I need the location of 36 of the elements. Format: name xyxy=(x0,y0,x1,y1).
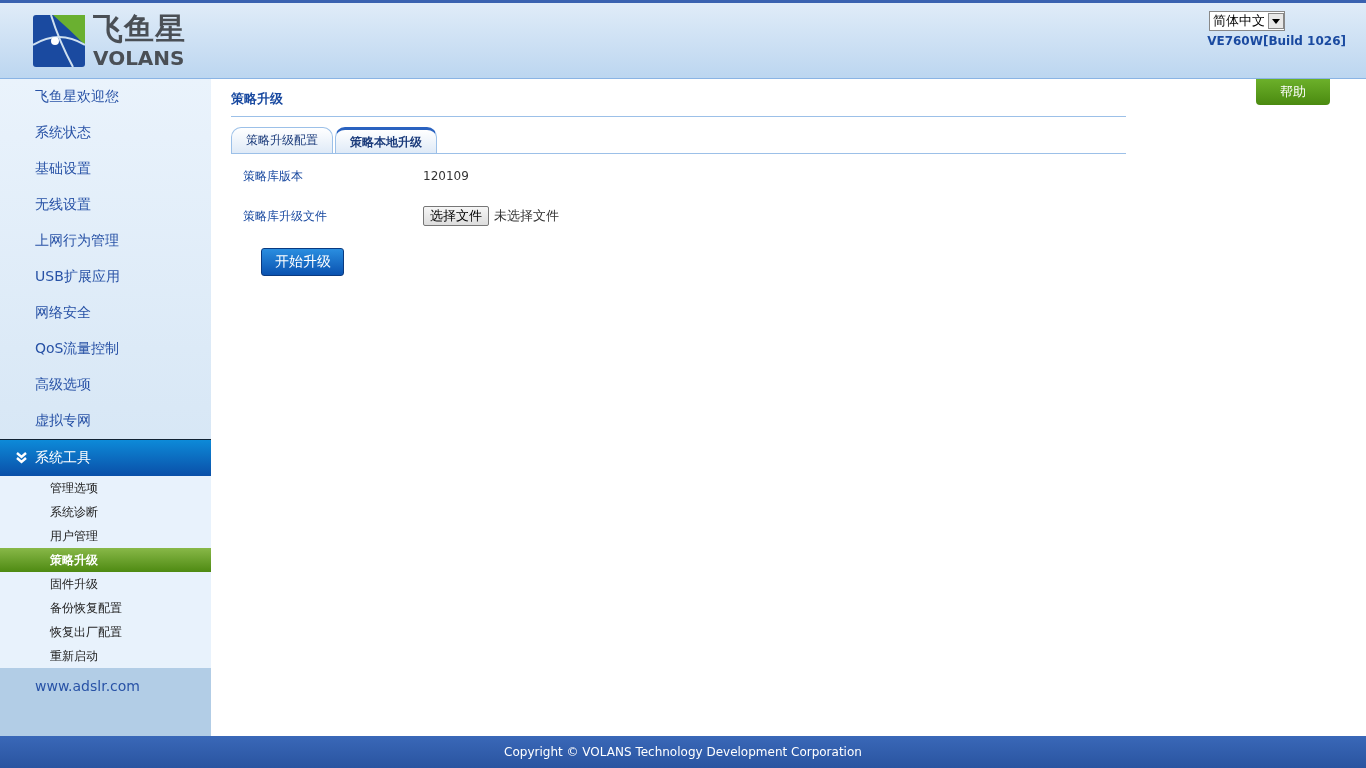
sidebar-subitem[interactable]: 用户管理 xyxy=(0,524,211,548)
sidebar-item[interactable]: USB扩展应用 xyxy=(0,259,211,295)
start-upgrade-button[interactable]: 开始升级 xyxy=(261,248,344,276)
sidebar-item[interactable]: 基础设置 xyxy=(0,151,211,187)
sidebar-item[interactable]: 无线设置 xyxy=(0,187,211,223)
field-label: 策略库升级文件 xyxy=(243,207,328,225)
tab[interactable]: 策略本地升级 xyxy=(335,127,437,153)
sidebar-subitem[interactable]: 系统诊断 xyxy=(0,500,211,524)
logo-icon xyxy=(33,14,85,67)
sidebar-subitem[interactable]: 管理选项 xyxy=(0,476,211,500)
sidebar-subitem[interactable]: 重新启动 xyxy=(0,644,211,668)
choose-file-button[interactable]: 选择文件 xyxy=(423,206,489,226)
logo-text: 飞鱼星 xyxy=(93,13,186,44)
dropdown-icon xyxy=(1268,13,1285,29)
website-link[interactable]: www.adslr.com xyxy=(35,678,140,694)
sidebar-item[interactable]: 系统状态 xyxy=(0,115,211,151)
sidebar-item[interactable]: 飞鱼星欢迎您 xyxy=(0,79,211,115)
sidebar-item[interactable]: 系统工具 xyxy=(0,439,211,476)
file-status: 未选择文件 xyxy=(494,207,559,225)
sidebar-subitem[interactable]: 备份恢复配置 xyxy=(0,596,211,620)
double-chevron-icon xyxy=(16,452,27,464)
tab[interactable]: 策略升级配置 xyxy=(231,127,333,153)
logo-text: VOLANS xyxy=(93,47,186,68)
sidebar-subitem[interactable]: 恢复出厂配置 xyxy=(0,620,211,644)
sidebar-item[interactable]: 虚拟专网 xyxy=(0,403,211,439)
sidebar-item[interactable]: QoS流量控制 xyxy=(0,331,211,367)
language-select[interactable]: 简体中文 xyxy=(1209,11,1286,31)
sidebar-item[interactable]: 高级选项 xyxy=(0,367,211,403)
page-title: 策略升级 xyxy=(231,79,1126,117)
sidebar-subitem[interactable]: 固件升级 xyxy=(0,572,211,596)
copyright-text: Copyright © VOLANS Technology Development Corporation xyxy=(504,745,862,759)
field-value: 120109 xyxy=(423,169,469,183)
sidebar-item[interactable]: 网络安全 xyxy=(0,295,211,331)
sidebar-item[interactable]: 上网行为管理 xyxy=(0,223,211,259)
version-text: VE760W[Build 1026] xyxy=(1207,34,1346,48)
field-label: 策略库版本 xyxy=(243,167,304,185)
